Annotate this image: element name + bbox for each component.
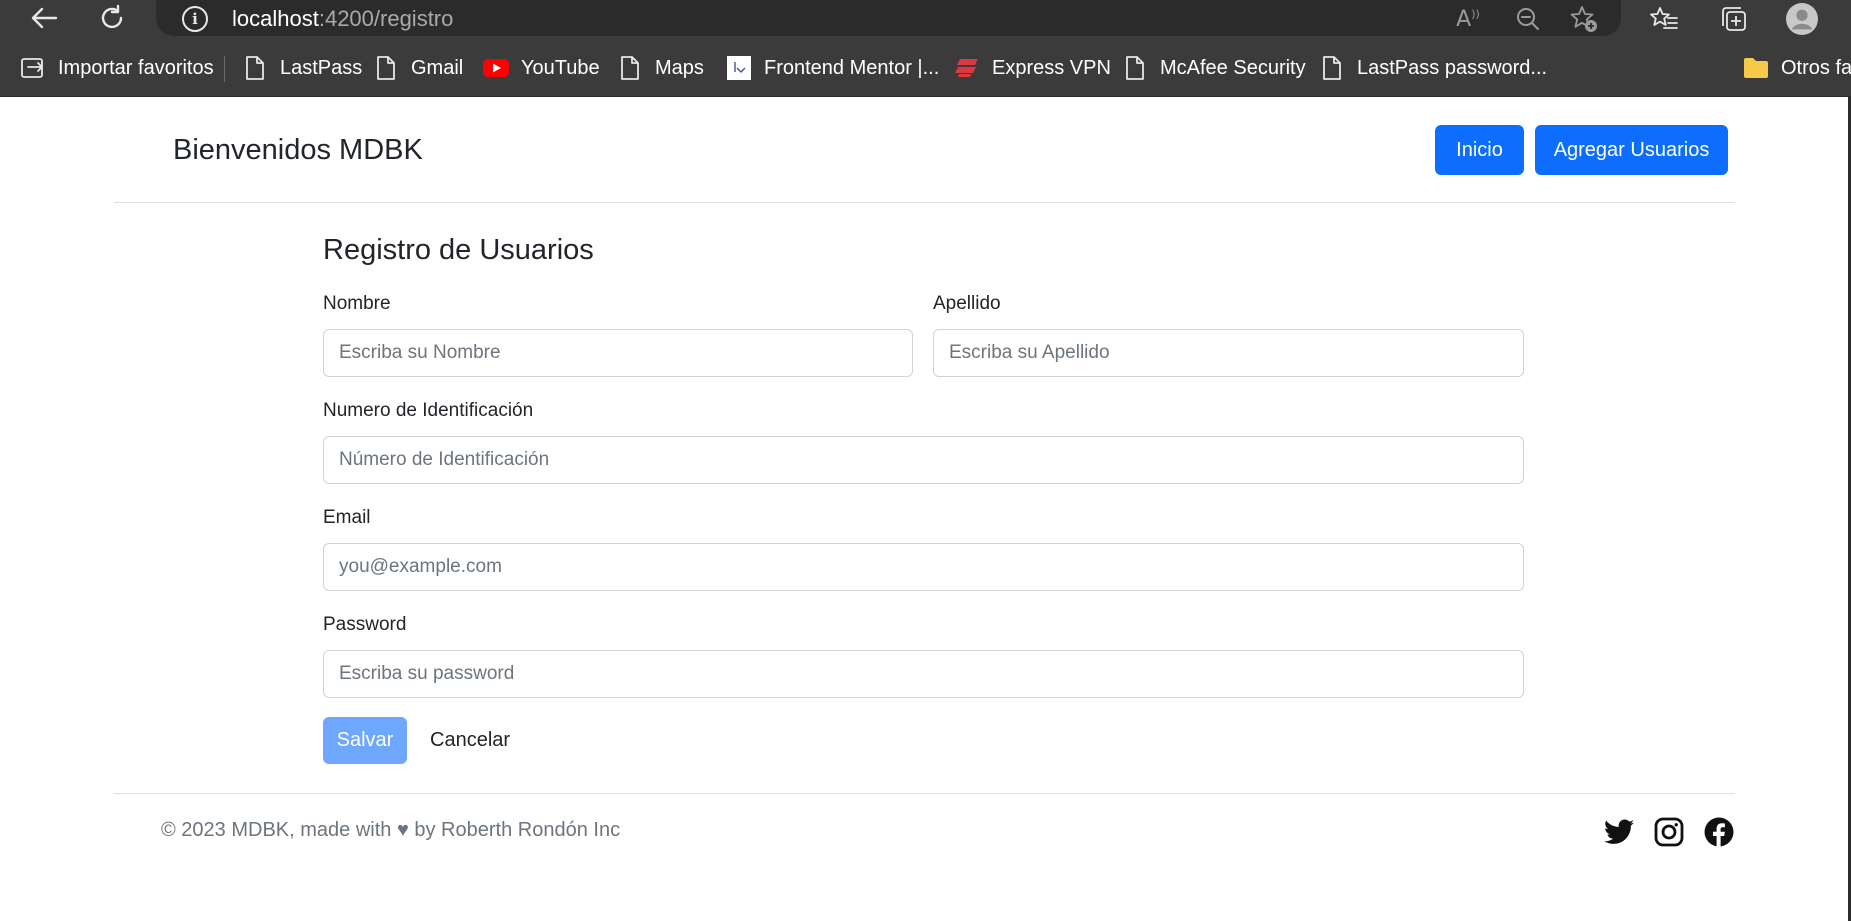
reload-icon xyxy=(101,4,123,29)
facebook-icon xyxy=(1704,817,1734,847)
bookmark-label: McAfee Security xyxy=(1160,56,1306,79)
bookmarks-bar: Importar favoritos LastPass Gmail YouTub… xyxy=(0,40,1851,97)
zoom-out-button[interactable] xyxy=(1512,4,1544,34)
site-title: Bienvenidos MDBK xyxy=(173,134,423,166)
instagram-icon xyxy=(1654,817,1684,847)
browser-toolbar: i localhost:4200/registro A)) xyxy=(0,0,1851,40)
bookmark-gmail[interactable]: Gmail xyxy=(373,53,463,83)
bookmark-separator xyxy=(224,56,225,82)
import-icon xyxy=(20,55,46,81)
identificacion-input[interactable] xyxy=(323,436,1524,484)
bookmark-other-favorites[interactable]: Otros fav xyxy=(1743,53,1851,83)
bookmark-label: YouTube xyxy=(521,56,600,79)
bookmark-frontend-mentor[interactable]: Frontend Mentor |... xyxy=(726,53,939,83)
bookmark-label: Frontend Mentor |... xyxy=(764,56,940,79)
file-icon xyxy=(1319,55,1345,81)
identificacion-label: Numero de Identificación xyxy=(323,400,534,421)
bookmark-label: Express VPN xyxy=(992,56,1111,79)
expressvpn-icon xyxy=(954,55,980,81)
bookmark-lastpass-password[interactable]: LastPass password... xyxy=(1319,53,1547,83)
read-aloud-icon: A)) xyxy=(1456,6,1480,32)
collections-icon xyxy=(1722,7,1746,31)
facebook-link[interactable] xyxy=(1703,816,1735,848)
bookmark-label: Otros fav xyxy=(1781,56,1851,79)
read-aloud-button[interactable]: A)) xyxy=(1452,4,1484,34)
nav-inicio-button[interactable]: Inicio xyxy=(1435,125,1524,175)
bookmark-label: Maps xyxy=(655,56,704,79)
bookmark-youtube[interactable]: YouTube xyxy=(483,53,600,83)
arrow-left-icon xyxy=(31,7,58,29)
collections-button[interactable] xyxy=(1718,4,1750,34)
bookmark-label: LastPass xyxy=(280,56,363,79)
url-text[interactable]: localhost:4200/registro xyxy=(232,6,453,32)
save-button[interactable]: Salvar xyxy=(323,717,407,764)
url-host: localhost xyxy=(232,6,319,31)
file-icon xyxy=(617,55,643,81)
read-aloud-label: A xyxy=(1456,6,1472,32)
bookmark-maps[interactable]: Maps xyxy=(617,53,704,83)
bookmark-label: Importar favoritos xyxy=(58,56,214,79)
folder-icon xyxy=(1743,55,1769,81)
favorites-button[interactable] xyxy=(1648,4,1680,34)
file-icon xyxy=(373,55,399,81)
bookmark-label: Gmail xyxy=(411,56,464,79)
twitter-icon xyxy=(1604,819,1634,844)
apellido-label: Apellido xyxy=(933,293,1001,314)
file-icon xyxy=(242,55,268,81)
frontend-mentor-icon xyxy=(726,55,752,81)
footer-copyright: © 2023 MDBK, made with ♥ by Roberth Rond… xyxy=(161,819,621,841)
nav-agregar-usuarios-button[interactable]: Agregar Usuarios xyxy=(1535,125,1728,175)
bookmark-lastpass[interactable]: LastPass xyxy=(242,53,362,83)
twitter-link[interactable] xyxy=(1603,816,1635,848)
reload-button[interactable] xyxy=(94,2,130,34)
password-label: Password xyxy=(323,614,407,635)
footer-divider xyxy=(114,793,1735,794)
back-button[interactable] xyxy=(26,2,62,34)
url-path: :4200/registro xyxy=(318,6,454,31)
nombre-input[interactable] xyxy=(323,329,913,377)
address-bar[interactable]: i localhost:4200/registro A)) xyxy=(156,0,1621,36)
file-icon xyxy=(1122,55,1148,81)
apellido-input[interactable] xyxy=(933,329,1524,377)
youtube-icon xyxy=(483,55,509,81)
info-icon[interactable]: i xyxy=(182,6,208,32)
bookmark-label: LastPass password... xyxy=(1357,56,1548,79)
avatar-icon xyxy=(1786,3,1818,35)
bookmark-import[interactable]: Importar favoritos xyxy=(20,53,214,83)
star-add-icon xyxy=(1570,6,1597,32)
form-title: Registro de Usuarios xyxy=(323,234,594,266)
header-divider xyxy=(114,202,1735,203)
zoom-out-icon xyxy=(1517,8,1539,30)
page-content: Bienvenidos MDBK Inicio Agregar Usuarios… xyxy=(0,97,1851,921)
nombre-label: Nombre xyxy=(323,293,391,314)
email-label: Email xyxy=(323,507,371,528)
favorites-list-icon xyxy=(1650,7,1678,29)
email-input[interactable] xyxy=(323,543,1524,591)
bookmark-express-vpn[interactable]: Express VPN xyxy=(954,53,1111,83)
bookmark-mcafee[interactable]: McAfee Security xyxy=(1122,53,1306,83)
password-input[interactable] xyxy=(323,650,1524,698)
cancel-button[interactable]: Cancelar xyxy=(430,717,510,764)
instagram-link[interactable] xyxy=(1653,816,1685,848)
profile-button[interactable] xyxy=(1786,3,1818,35)
add-favorite-button[interactable] xyxy=(1568,4,1600,34)
